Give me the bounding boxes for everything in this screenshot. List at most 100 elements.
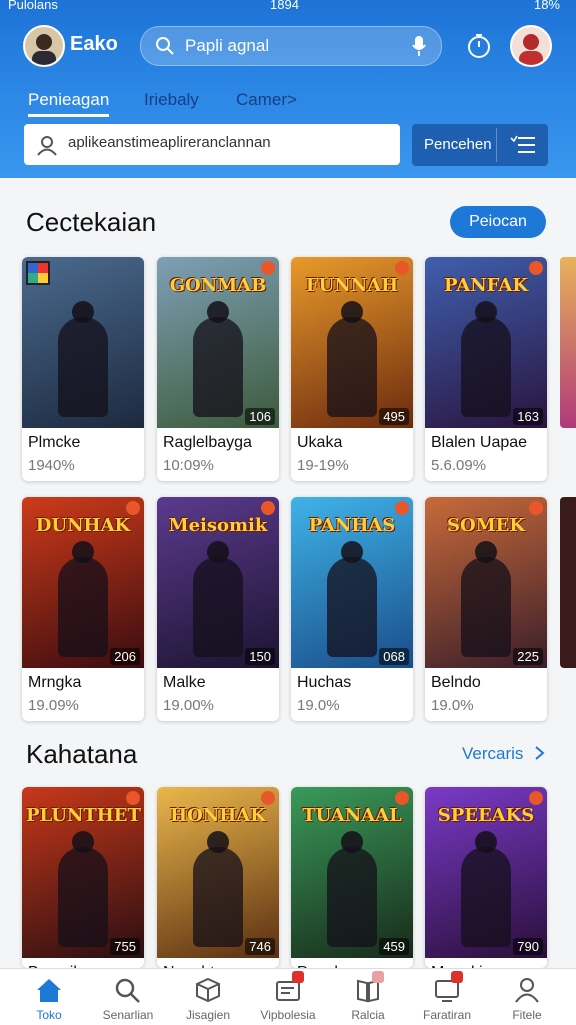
- new-badge: [126, 501, 140, 515]
- person-icon: [519, 34, 543, 65]
- partial-card[interactable]: [560, 257, 576, 428]
- game-card[interactable]: SPEEAKS790Manakin: [425, 787, 547, 968]
- game-title: Blalen Uapae: [431, 434, 528, 451]
- game-card[interactable]: PANHAS 068 Huchas 19.0%: [291, 497, 413, 721]
- header-search-placeholder: Papli agnal: [185, 36, 270, 55]
- search-input[interactable]: [66, 133, 390, 152]
- filter-list-icon[interactable]: [510, 135, 536, 155]
- cover-logo-text: GONMAB: [169, 275, 267, 296]
- search-button-label: Pencehen: [424, 136, 492, 153]
- game-stat: 19-19%: [297, 457, 349, 474]
- user-icon: [515, 978, 539, 1003]
- cover-logo-text: DUNHAK: [35, 515, 131, 536]
- character-illustration: [327, 301, 377, 417]
- notification-badge: [451, 971, 463, 983]
- play-count: 206: [110, 648, 140, 665]
- cover-logo-text: TUANAAL: [302, 805, 402, 826]
- game-card[interactable]: TUANAAL459Panakan: [291, 787, 413, 968]
- play-count: 163: [513, 408, 543, 425]
- game-cover-image: Meisomik 150: [157, 497, 279, 668]
- nav-label: Fitele: [512, 1008, 542, 1022]
- search-field[interactable]: [24, 124, 400, 165]
- new-badge: [395, 791, 409, 805]
- nav-jisagien[interactable]: Jisagien: [168, 969, 248, 1025]
- game-title: Plmcke: [28, 434, 81, 451]
- nav-label: Faratiran: [422, 1008, 472, 1022]
- nav-toko[interactable]: Toko: [9, 969, 89, 1025]
- cover-logo-text: PLUNTHET: [26, 805, 141, 826]
- nav-label: Ralcia: [351, 1008, 385, 1022]
- game-stat: 19.09%: [28, 697, 79, 714]
- new-badge: [261, 501, 275, 515]
- game-title: Huchas: [297, 674, 352, 691]
- game-cover-image: [22, 257, 144, 428]
- see-all-link[interactable]: Vercaris: [462, 744, 546, 764]
- character-illustration: [461, 301, 511, 417]
- nav-vipbolesia[interactable]: Vipbolesia: [248, 969, 328, 1025]
- play-count: 225: [513, 648, 543, 665]
- nav-ralcia[interactable]: Ralcia: [328, 969, 408, 1025]
- app-header: Pulolans 1894 18% Eako Papli agnal Penie…: [0, 0, 576, 178]
- search-icon: [115, 978, 140, 1003]
- game-card[interactable]: SOMEK 225 Belndo 19.0%: [425, 497, 547, 721]
- character-illustration: [461, 831, 511, 947]
- tab-iriebaly[interactable]: Iriebaly: [144, 90, 199, 110]
- battery-level: 18%: [533, 0, 560, 12]
- game-card[interactable]: Meisomik 150 Malke 19.00%: [157, 497, 279, 721]
- play-count: 068: [379, 648, 409, 665]
- timer-icon[interactable]: [466, 33, 492, 59]
- game-card[interactable]: PANFAK 163 Blalen Uapae 5.6.09%: [425, 257, 547, 481]
- search-button[interactable]: Pencehen: [412, 124, 548, 166]
- app-brand: Eako: [70, 33, 118, 55]
- game-stat: 1940%: [28, 457, 75, 474]
- status-time: 1894: [270, 0, 299, 12]
- nav-fitele[interactable]: Fitele: [487, 969, 567, 1025]
- nav-faratiran[interactable]: Faratiran: [407, 969, 487, 1025]
- bottom-navigation: Toko Senarlian Jisagien Vipbolesia Ralci…: [0, 968, 576, 1025]
- game-card[interactable]: HONHAK746Nenahtan: [157, 787, 279, 968]
- nav-label: Vipbolesia: [260, 1008, 316, 1022]
- game-cover-image: SOMEK 225: [425, 497, 547, 668]
- header-search-bar[interactable]: Papli agnal: [140, 26, 442, 66]
- nav-search[interactable]: Senarlian: [88, 969, 168, 1025]
- game-card[interactable]: FUNNAH 495 Ukaka 19-19%: [291, 257, 413, 481]
- chevron-right-icon: [535, 746, 545, 760]
- user-avatar[interactable]: [510, 25, 552, 67]
- game-cover-image: GONMAB 106: [157, 257, 279, 428]
- play-count: 746: [245, 938, 275, 955]
- play-count: 755: [110, 938, 140, 955]
- game-title: Raglelbayga: [163, 434, 252, 451]
- character-illustration: [193, 301, 243, 417]
- game-cover-image: SPEEAKS 790: [425, 787, 547, 958]
- new-badge: [395, 261, 409, 275]
- game-card[interactable]: Plmcke 1940%: [22, 257, 144, 481]
- game-card[interactable]: GONMAB 106 Raglelbayga 10:09%: [157, 257, 279, 481]
- game-cover-image: FUNNAH 495: [291, 257, 413, 428]
- character-illustration: [461, 541, 511, 657]
- microphone-icon[interactable]: [411, 35, 427, 57]
- status-bar: Pulolans 1894 18%: [0, 0, 576, 16]
- play-count: 106: [245, 408, 275, 425]
- game-title: Ukaka: [297, 434, 343, 451]
- partial-card[interactable]: [560, 497, 576, 668]
- tab-camer[interactable]: Camer>: [236, 90, 297, 110]
- cube-icon: [196, 977, 220, 1003]
- search-icon: [156, 37, 174, 55]
- character-illustration: [58, 541, 108, 657]
- section-action-button[interactable]: Peiocan: [450, 206, 546, 238]
- game-stat: 19.0%: [297, 697, 340, 714]
- nav-label: Jisagien: [185, 1008, 231, 1022]
- character-illustration: [327, 831, 377, 947]
- divider: [496, 128, 497, 162]
- new-badge: [395, 501, 409, 515]
- character-illustration: [193, 541, 243, 657]
- game-card[interactable]: PLUNTHET755Bacraikn: [22, 787, 144, 968]
- tab-penieagan[interactable]: Penieagan: [28, 90, 110, 117]
- carrier-label: Pulolans: [8, 0, 58, 12]
- cover-logo-text: FUNNAH: [305, 275, 399, 296]
- game-title: Malke: [163, 674, 206, 691]
- game-card[interactable]: DUNHAK 206 Mrngka 19.09%: [22, 497, 144, 721]
- profile-avatar[interactable]: [23, 25, 65, 67]
- game-stat: 5.6.09%: [431, 457, 487, 474]
- cover-logo-text: SOMEK: [447, 515, 525, 536]
